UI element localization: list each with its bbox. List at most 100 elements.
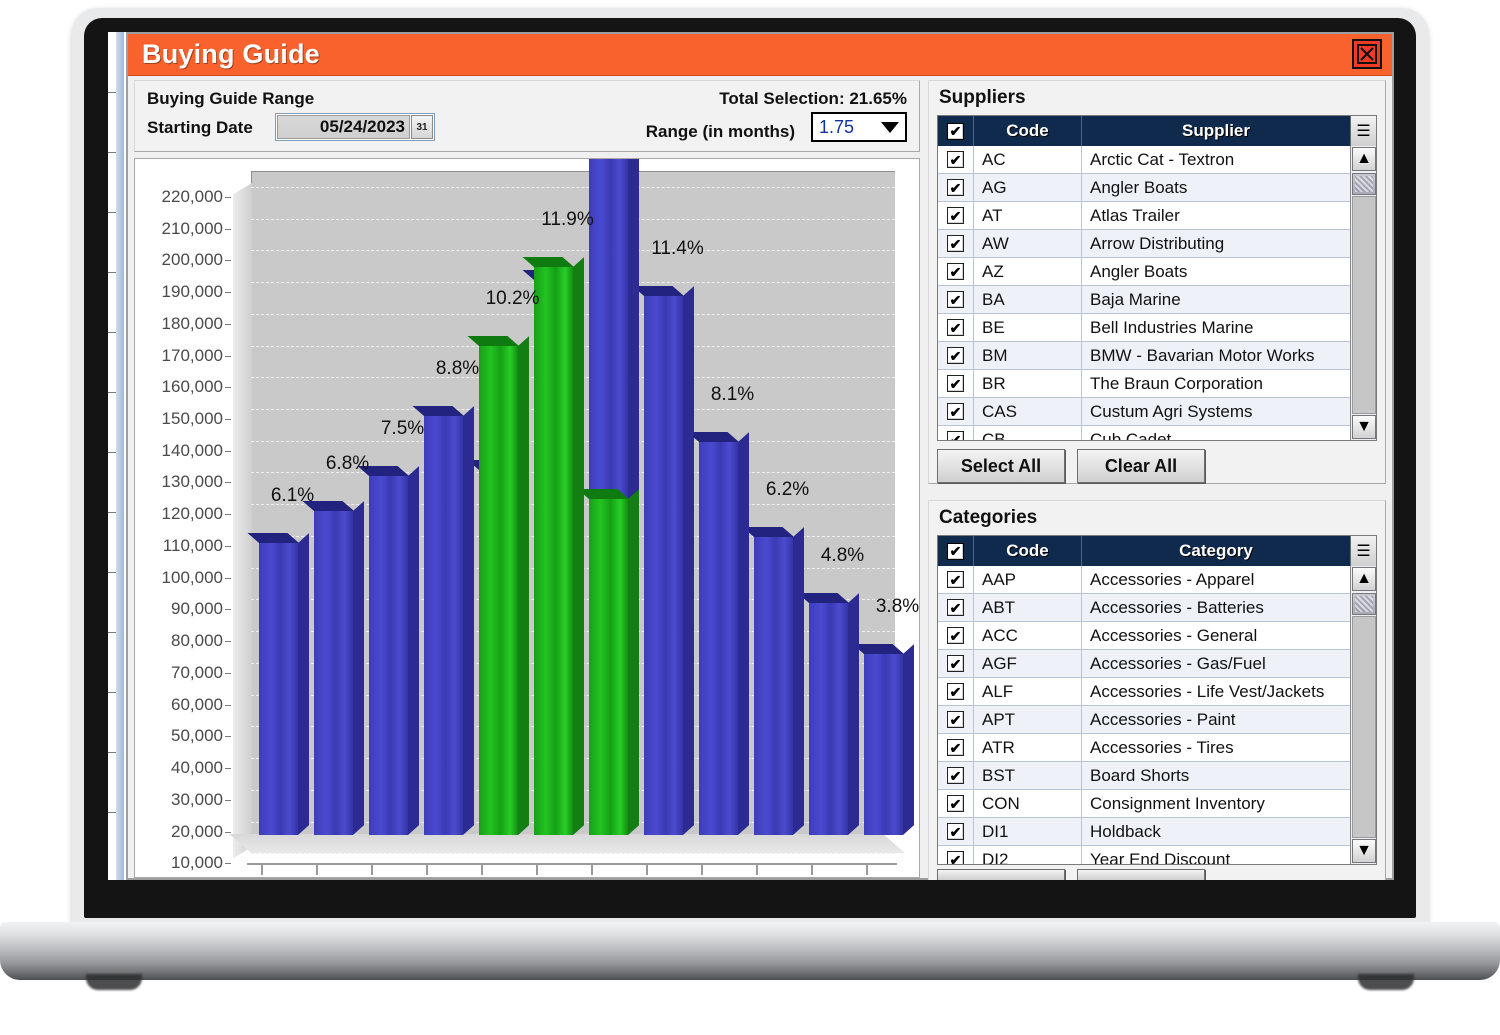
categories-scroll-track[interactable] [1352, 616, 1376, 838]
table-row[interactable]: ✔ BA Baja Marine [938, 286, 1350, 314]
row-checkbox-cell[interactable]: ✔ [938, 202, 974, 229]
table-row[interactable]: ✔ AZ Angler Boats [938, 258, 1350, 286]
range-months-select[interactable]: 1.75 [811, 112, 907, 142]
row-checkbox[interactable]: ✔ [947, 151, 964, 168]
table-row[interactable]: ✔ CON Consignment Inventory [938, 790, 1350, 818]
row-checkbox-cell[interactable]: ✔ [938, 818, 974, 845]
starting-date-value[interactable]: 05/24/2023 [277, 115, 410, 139]
suppliers-header-checkbox-cell[interactable]: ✔ [938, 116, 974, 146]
row-checkbox-cell[interactable]: ✔ [938, 622, 974, 649]
scroll-up-icon[interactable]: ▲ [1352, 567, 1376, 591]
grid-menu-icon[interactable]: ☰ [1350, 116, 1376, 146]
row-checkbox-cell[interactable]: ✔ [938, 734, 974, 761]
row-checkbox[interactable]: ✔ [947, 627, 964, 644]
row-checkbox-cell[interactable]: ✔ [938, 230, 974, 257]
row-checkbox-cell[interactable]: ✔ [938, 846, 974, 864]
row-checkbox[interactable]: ✔ [947, 795, 964, 812]
suppliers-grid: ✔ Code Supplier ☰ ✔ AC Arctic Cat - Textro… [937, 115, 1377, 441]
suppliers-scroll-track[interactable] [1352, 196, 1376, 414]
row-checkbox[interactable]: ✔ [947, 571, 964, 588]
table-row[interactable]: ✔ AG Angler Boats [938, 174, 1350, 202]
suppliers-scroll-thumb[interactable] [1352, 173, 1376, 195]
suppliers-clear-all-button[interactable]: Clear All [1077, 449, 1205, 483]
scroll-down-icon[interactable]: ▼ [1352, 415, 1376, 439]
table-row[interactable]: ✔ ABT Accessories - Batteries [938, 594, 1350, 622]
row-checkbox-cell[interactable]: ✔ [938, 370, 974, 397]
table-row[interactable]: ✔ BM BMW - Bavarian Motor Works [938, 342, 1350, 370]
row-checkbox[interactable]: ✔ [947, 319, 964, 336]
categories-select-all-checkbox[interactable]: ✔ [947, 542, 964, 560]
table-row[interactable]: ✔ AGF Accessories - Gas/Fuel [938, 650, 1350, 678]
row-checkbox-cell[interactable]: ✔ [938, 314, 974, 341]
suppliers-scrollbar[interactable]: ▲ ▼ [1350, 146, 1376, 440]
row-checkbox-cell[interactable]: ✔ [938, 566, 974, 593]
table-row[interactable]: ✔ CB Cub Cadet [938, 426, 1350, 440]
table-row[interactable]: ✔ ACC Accessories - General [938, 622, 1350, 650]
table-row[interactable]: ✔ AAP Accessories - Apparel [938, 566, 1350, 594]
row-checkbox[interactable]: ✔ [947, 179, 964, 196]
row-checkbox-cell[interactable]: ✔ [938, 426, 974, 440]
row-checkbox[interactable]: ✔ [947, 403, 964, 420]
categories-header-checkbox-cell[interactable]: ✔ [938, 536, 974, 566]
categories-col-category[interactable]: Category [1082, 536, 1350, 566]
categories-scroll-thumb[interactable] [1352, 593, 1376, 615]
row-checkbox-cell[interactable]: ✔ [938, 342, 974, 369]
row-checkbox[interactable]: ✔ [947, 235, 964, 252]
scroll-down-icon[interactable]: ▼ [1352, 839, 1376, 863]
row-checkbox[interactable]: ✔ [947, 767, 964, 784]
starting-date-field[interactable]: 05/24/2023 31 [275, 113, 435, 141]
row-checkbox[interactable]: ✔ [947, 347, 964, 364]
table-row[interactable]: ✔ BST Board Shorts [938, 762, 1350, 790]
table-row[interactable]: ✔ AT Atlas Trailer [938, 202, 1350, 230]
table-row[interactable]: ✔ BR The Braun Corporation [938, 370, 1350, 398]
close-icon[interactable] [1352, 39, 1382, 69]
suppliers-select-all-button[interactable]: Select All [937, 449, 1065, 483]
row-checkbox[interactable]: ✔ [947, 823, 964, 840]
row-checkbox-cell[interactable]: ✔ [938, 594, 974, 621]
table-row[interactable]: ✔ ALF Accessories - Life Vest/Jackets [938, 678, 1350, 706]
row-checkbox[interactable]: ✔ [947, 207, 964, 224]
y-axis-tick-label: 10,000 [171, 853, 223, 873]
categories-scrollbar[interactable]: ▲ ▼ [1350, 566, 1376, 864]
row-checkbox-cell[interactable]: ✔ [938, 762, 974, 789]
suppliers-col-supplier[interactable]: Supplier [1082, 116, 1350, 146]
table-row[interactable]: ✔ AC Arctic Cat - Textron [938, 146, 1350, 174]
categories-col-code[interactable]: Code [974, 536, 1082, 566]
row-checkbox[interactable]: ✔ [947, 851, 964, 864]
row-checkbox[interactable]: ✔ [947, 683, 964, 700]
table-row[interactable]: ✔ APT Accessories - Paint [938, 706, 1350, 734]
grid-menu-icon[interactable]: ☰ [1350, 536, 1376, 566]
table-row[interactable]: ✔ DI2 Year End Discount [938, 846, 1350, 864]
table-row[interactable]: ✔ ATR Accessories - Tires [938, 734, 1350, 762]
x-axis-tick [316, 864, 318, 875]
row-checkbox[interactable]: ✔ [947, 711, 964, 728]
row-checkbox[interactable]: ✔ [947, 263, 964, 280]
row-checkbox-cell[interactable]: ✔ [938, 706, 974, 733]
y-axis-tick-mark [225, 450, 231, 452]
app-sidebar-strip[interactable] [108, 32, 126, 880]
row-checkbox[interactable]: ✔ [947, 431, 964, 440]
scroll-up-icon[interactable]: ▲ [1352, 147, 1376, 171]
row-checkbox-cell[interactable]: ✔ [938, 174, 974, 201]
categories-select-all-button[interactable] [937, 869, 1065, 880]
table-row[interactable]: ✔ DI1 Holdback [938, 818, 1350, 846]
row-checkbox-cell[interactable]: ✔ [938, 146, 974, 173]
row-checkbox-cell[interactable]: ✔ [938, 678, 974, 705]
calendar-icon[interactable]: 31 [411, 115, 433, 139]
row-checkbox[interactable]: ✔ [947, 291, 964, 308]
table-row[interactable]: ✔ BE Bell Industries Marine [938, 314, 1350, 342]
row-checkbox-cell[interactable]: ✔ [938, 398, 974, 425]
categories-clear-all-button[interactable] [1077, 869, 1205, 880]
table-row[interactable]: ✔ AW Arrow Distributing [938, 230, 1350, 258]
row-checkbox-cell[interactable]: ✔ [938, 258, 974, 285]
row-checkbox[interactable]: ✔ [947, 375, 964, 392]
row-checkbox[interactable]: ✔ [947, 655, 964, 672]
row-checkbox-cell[interactable]: ✔ [938, 790, 974, 817]
row-checkbox-cell[interactable]: ✔ [938, 286, 974, 313]
suppliers-col-code[interactable]: Code [974, 116, 1082, 146]
row-checkbox[interactable]: ✔ [947, 599, 964, 616]
row-checkbox-cell[interactable]: ✔ [938, 650, 974, 677]
suppliers-select-all-checkbox[interactable]: ✔ [947, 122, 964, 140]
table-row[interactable]: ✔ CAS Custum Agri Systems [938, 398, 1350, 426]
row-checkbox[interactable]: ✔ [947, 739, 964, 756]
